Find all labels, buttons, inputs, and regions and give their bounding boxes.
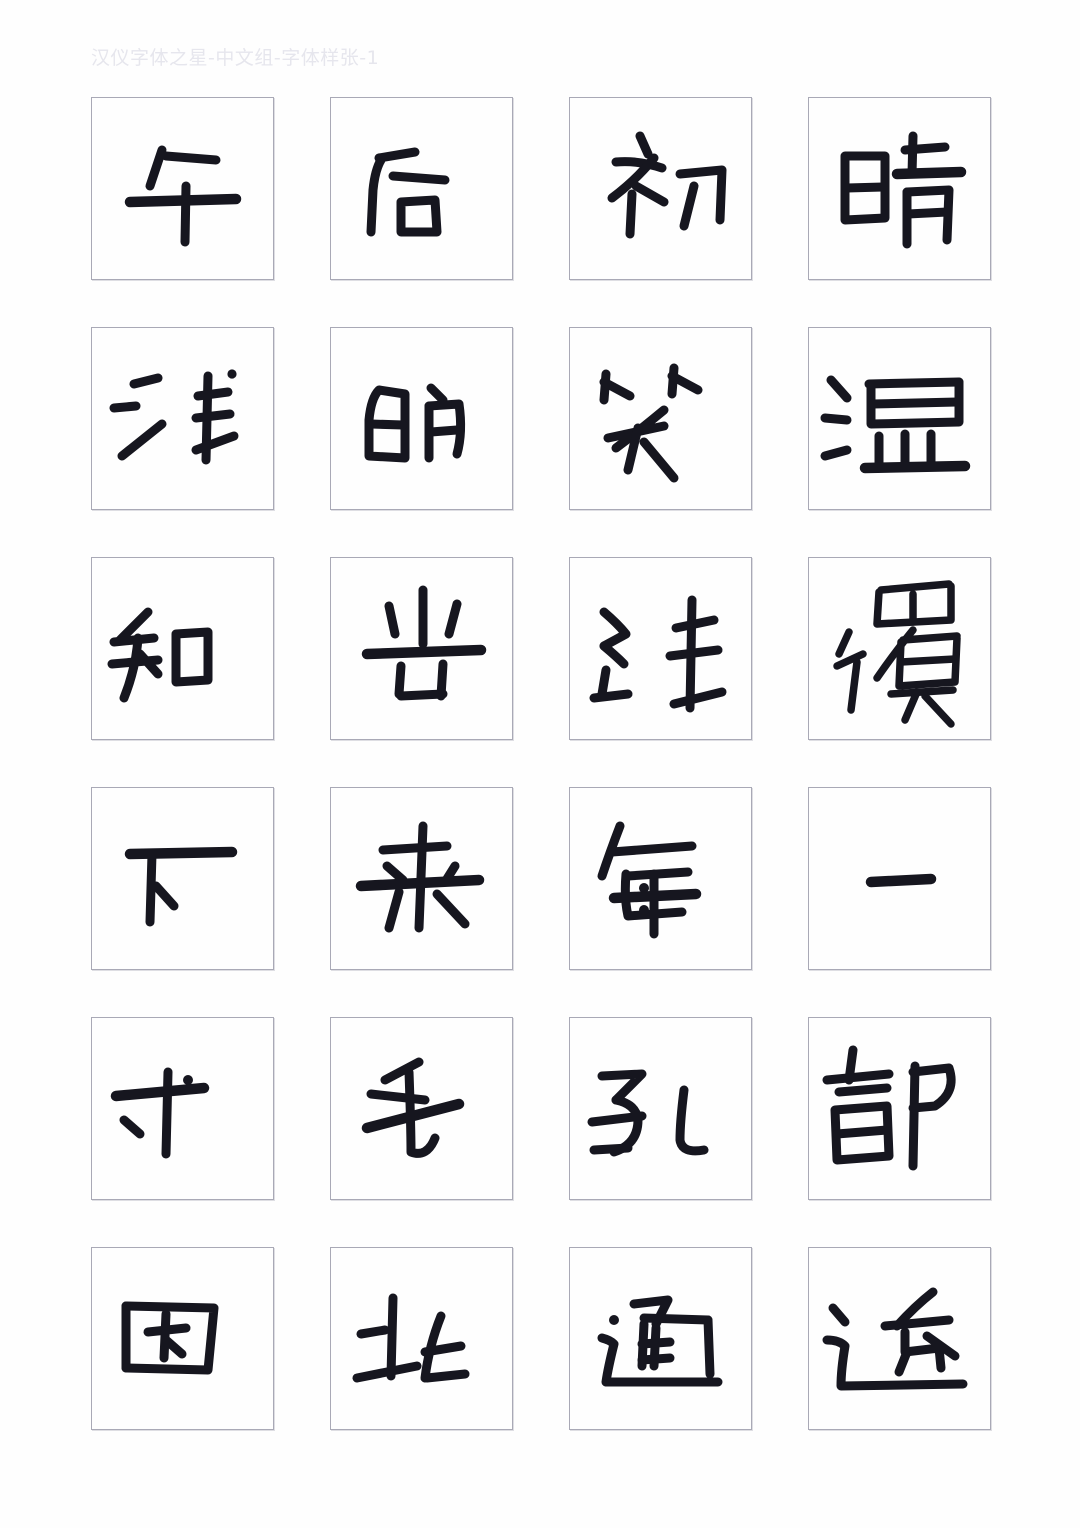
glyph-xia <box>124 846 238 927</box>
glyph-cell-tong[interactable]: 通 <box>569 1247 752 1430</box>
glyph-qian <box>109 369 239 465</box>
glyph-cell-fu[interactable]: 復 <box>808 557 991 740</box>
glyph-cell-mao[interactable]: 毛 <box>330 1017 513 1200</box>
glyph-cell-lai[interactable]: 来 <box>330 787 513 970</box>
specimen-page: 汉仪字体之星-中文组-字体样张-1 午 后 <box>0 0 1080 1528</box>
glyph-cell-dou[interactable]: 都 <box>808 1017 991 1200</box>
glyph-wen <box>820 375 971 474</box>
glyph-guang <box>361 585 487 701</box>
glyph-dou <box>822 1045 956 1171</box>
glyph-cell-ci[interactable]: 此 <box>330 1247 513 1430</box>
glyph-qing <box>840 131 967 249</box>
glyph-cell-hou[interactable]: 后 <box>330 97 513 280</box>
glyph-cell-qian[interactable]: 浅 <box>91 327 274 510</box>
glyph-cell-de[interactable]: 的 <box>330 327 513 510</box>
glyph-kong <box>587 1069 709 1157</box>
glyph-mao <box>361 1057 465 1158</box>
glyph-hou <box>366 147 450 237</box>
glyph-cell-tou[interactable]: 透 <box>808 1247 991 1430</box>
glyph-cell-wen[interactable]: 温 <box>808 327 991 510</box>
glyph-cell-yi[interactable]: 一 <box>808 787 991 970</box>
glyph-cell-xia[interactable]: 下 <box>91 787 274 970</box>
glyph-cell-yin[interactable]: 因 <box>91 1247 274 1430</box>
glyph-cell-wu[interactable]: 午 <box>91 97 274 280</box>
glyph-wu <box>124 145 242 247</box>
glyph-cell-qing[interactable]: 晴 <box>808 97 991 280</box>
glyph-cell-xian[interactable]: 线 <box>569 557 752 740</box>
glyph-xian <box>589 595 727 713</box>
glyph-ci <box>352 1293 470 1383</box>
glyph-lai <box>355 821 485 933</box>
glyph-de <box>364 383 466 463</box>
glyph-cell-cun[interactable]: 寸 <box>91 1017 274 1200</box>
page-title: 汉仪字体之星-中文组-字体样张-1 <box>91 47 380 69</box>
glyph-grid: 午 后 初 <box>91 97 991 1430</box>
glyph-cun <box>110 1067 210 1159</box>
glyph-cell-he[interactable]: 和 <box>91 557 274 740</box>
glyph-cell-xiao[interactable]: 笑 <box>569 327 752 510</box>
glyph-mei <box>597 821 702 939</box>
glyph-he <box>107 607 213 703</box>
glyph-yi <box>865 873 937 888</box>
glyph-cell-mei[interactable]: 每 <box>569 787 752 970</box>
glyph-tou <box>822 1287 968 1391</box>
glyph-cell-chu[interactable]: 初 <box>569 97 752 280</box>
glyph-yin <box>121 1301 219 1375</box>
glyph-cell-kong[interactable]: 孔 <box>569 1017 752 1200</box>
glyph-cell-guang[interactable]: 光 <box>330 557 513 740</box>
glyph-xiao <box>599 363 703 483</box>
glyph-tong <box>597 1295 723 1387</box>
glyph-chu <box>607 131 727 239</box>
glyph-fu <box>833 580 961 728</box>
